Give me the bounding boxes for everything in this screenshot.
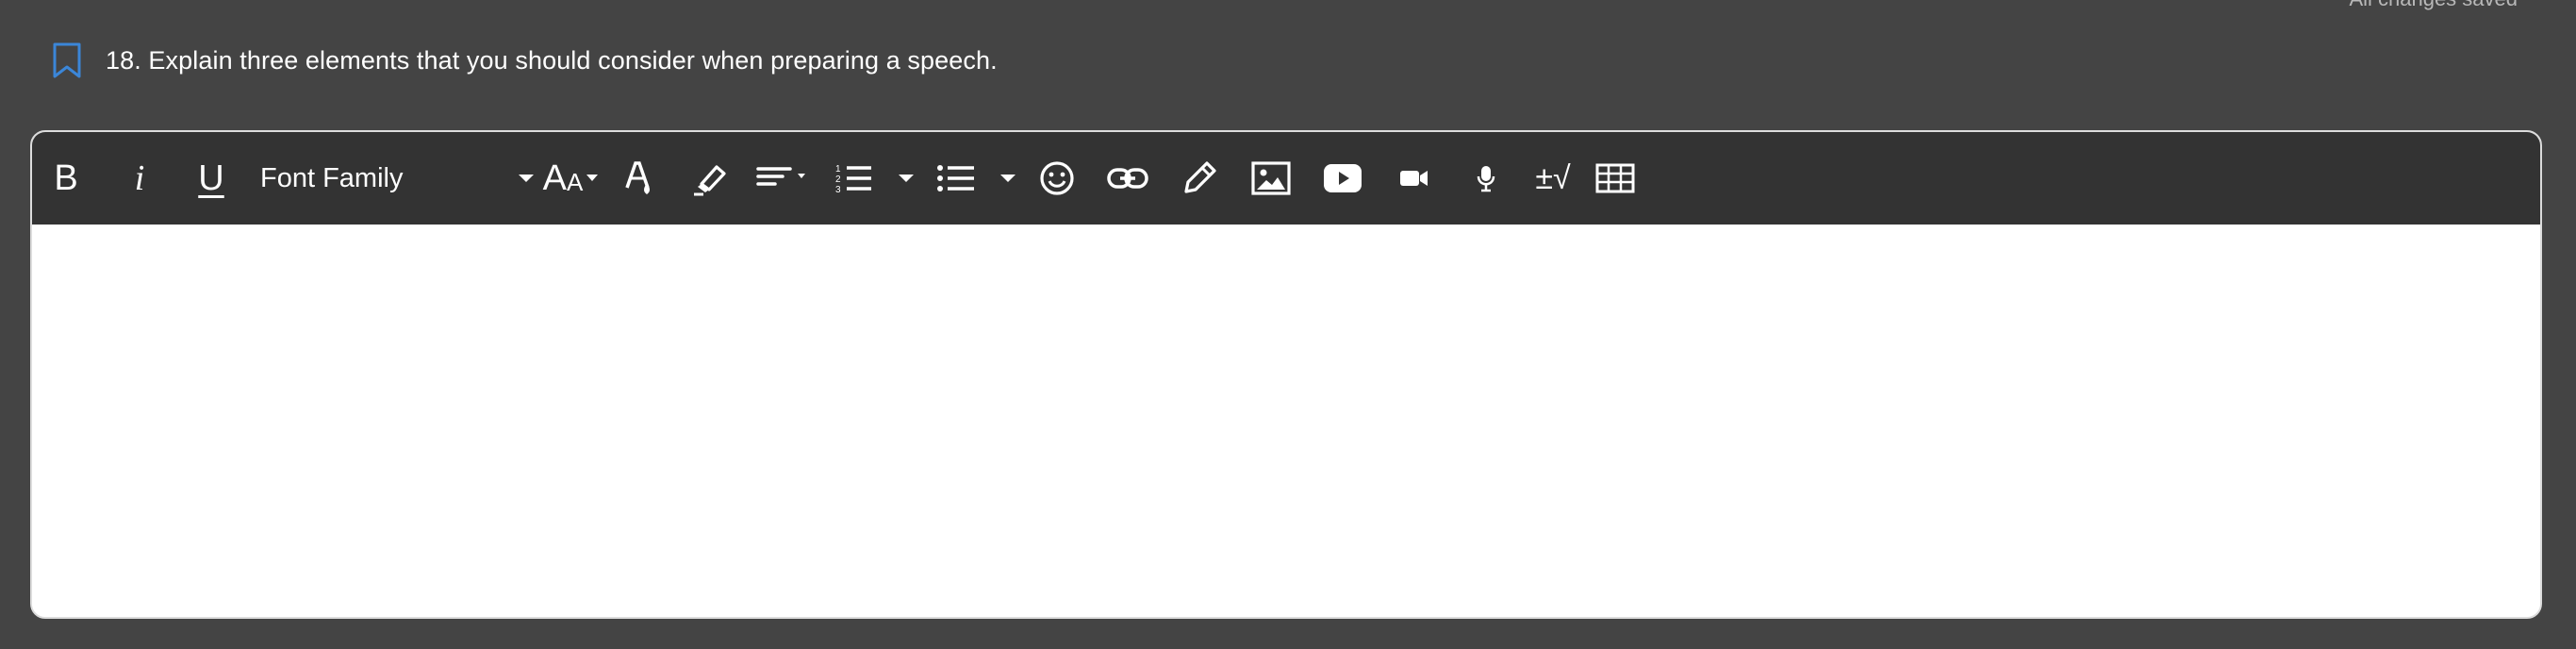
numbered-list-dropdown[interactable] [892,132,920,225]
draw-icon [1184,161,1216,193]
question-header: 18. Explain three elements that you shou… [51,42,998,79]
chevron-down-icon [899,175,914,182]
draw-button[interactable] [1179,132,1220,225]
editor-content-area[interactable] [32,225,2540,617]
bullet-list-dropdown[interactable] [994,132,1022,225]
chevron-down-icon [1000,175,1016,182]
text-color-button[interactable] [619,132,662,225]
bold-button[interactable]: B [45,132,87,225]
image-icon [1251,161,1291,195]
table-icon [1595,163,1635,193]
rich-text-editor: B i U Font Family A A 1 2 3 ±√ [30,130,2542,619]
svg-text:2: 2 [835,175,841,185]
table-button[interactable] [1593,132,1637,225]
font-size-icon: A A [543,160,599,196]
numbered-list-button[interactable]: 1 2 3 [834,132,875,225]
question-text: 18. Explain three elements that you shou… [106,45,998,75]
bullet-list-icon [937,165,974,191]
font-family-select[interactable]: Font Family [260,132,534,225]
editor-toolbar: B i U Font Family A A 1 2 3 ±√ [32,132,2540,225]
bullet-list-button[interactable] [935,132,977,225]
align-icon [756,167,805,186]
svg-text:3: 3 [835,185,841,194]
numbered-list-icon: 1 2 3 [835,164,871,194]
image-button[interactable] [1250,132,1292,225]
video-button[interactable] [1395,132,1433,225]
emoji-icon [1040,161,1074,195]
microphone-icon [1477,166,1495,192]
font-size-button[interactable]: A A [537,132,603,225]
bold-icon: B [54,158,78,198]
save-status: All changes saved [2349,0,2518,11]
underline-button[interactable]: U [189,132,234,225]
align-button[interactable] [754,132,815,225]
underline-icon: U [198,158,224,198]
svg-text:1: 1 [835,164,841,175]
highlight-button[interactable] [686,132,734,225]
youtube-button[interactable] [1322,132,1363,225]
italic-button[interactable]: i [119,132,160,225]
microphone-button[interactable] [1469,132,1503,225]
text-color-icon [625,161,650,194]
highlight-icon [694,165,726,196]
bookmark-icon[interactable] [51,42,83,79]
link-button[interactable] [1105,132,1150,225]
math-icon: ±√ [1535,159,1571,196]
youtube-icon [1324,164,1362,192]
emoji-button[interactable] [1037,132,1077,225]
font-family-label: Font Family [260,162,404,193]
math-button[interactable]: ±√ [1529,132,1577,225]
link-icon [1107,168,1148,189]
italic-icon: i [134,158,145,198]
video-icon [1400,171,1428,186]
chevron-down-icon [519,175,534,182]
